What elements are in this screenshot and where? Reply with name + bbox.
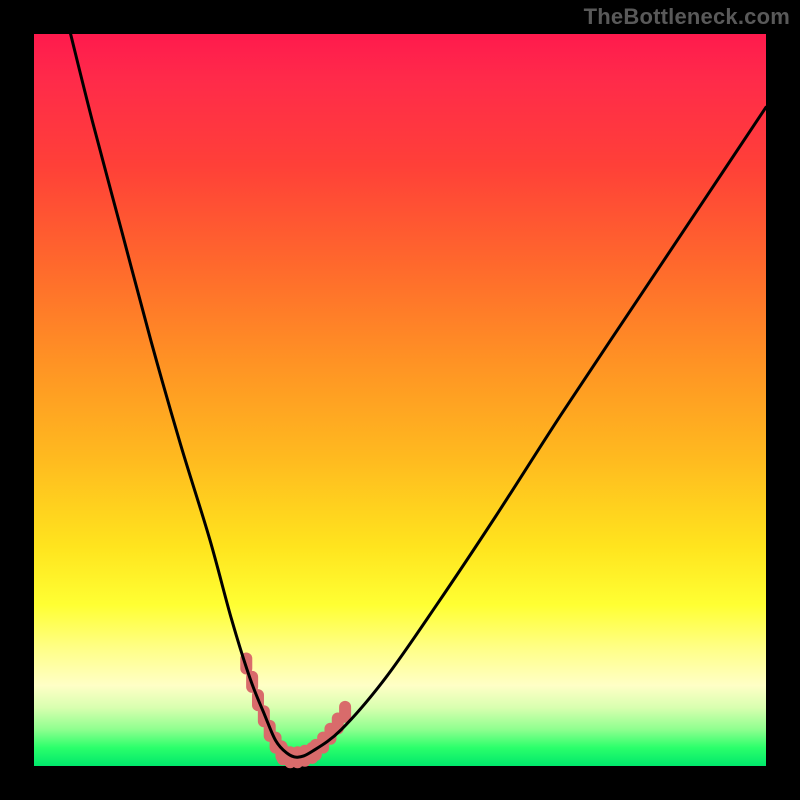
watermark-text: TheBottleneck.com — [584, 4, 790, 30]
curve-layer — [34, 34, 766, 766]
plot-area — [34, 34, 766, 766]
bottleneck-curve — [71, 34, 766, 757]
chart-frame: TheBottleneck.com — [0, 0, 800, 800]
marker-group — [240, 653, 351, 769]
